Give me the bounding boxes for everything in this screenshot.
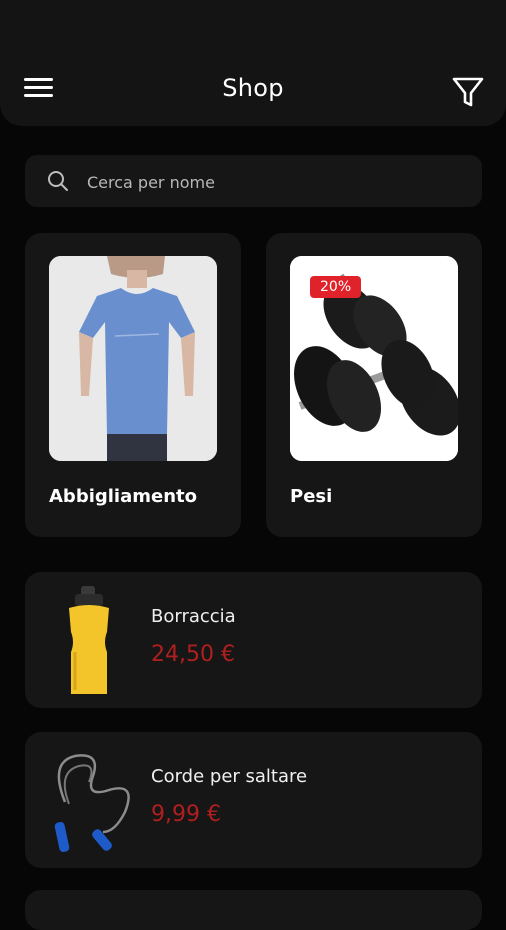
category-label: Pesi [290,486,333,507]
category-label: Abbigliamento [49,486,197,507]
funnel-icon [452,77,484,107]
product-name: Corde per saltare [151,766,308,787]
product-name: Borraccia [151,606,236,627]
product-image-jump-rope [54,754,130,852]
search-bar [25,155,482,209]
product-price: 24,50 € [151,642,235,667]
category-image-tshirt [49,256,217,461]
search-icon [48,171,68,191]
discount-badge: 20% [310,276,362,298]
product-card-corde[interactable]: Corde per saltare 9,99 € [25,732,482,868]
page-title: Shop [222,74,284,102]
filter-button[interactable] [450,74,486,110]
category-card-pesi[interactable]: 20% Pesi [266,233,482,537]
product-price: 9,99 € [151,802,221,827]
search-input[interactable] [85,155,469,209]
product-image-bottle [69,586,109,694]
category-card-abbigliamento[interactable]: Abbigliamento [25,233,241,537]
category-image-dumbbells: 20% [290,256,458,461]
product-card-partial[interactable] [25,890,482,930]
app-bar: Shop [0,0,506,126]
product-card-borraccia[interactable]: Borraccia 24,50 € [25,572,482,708]
